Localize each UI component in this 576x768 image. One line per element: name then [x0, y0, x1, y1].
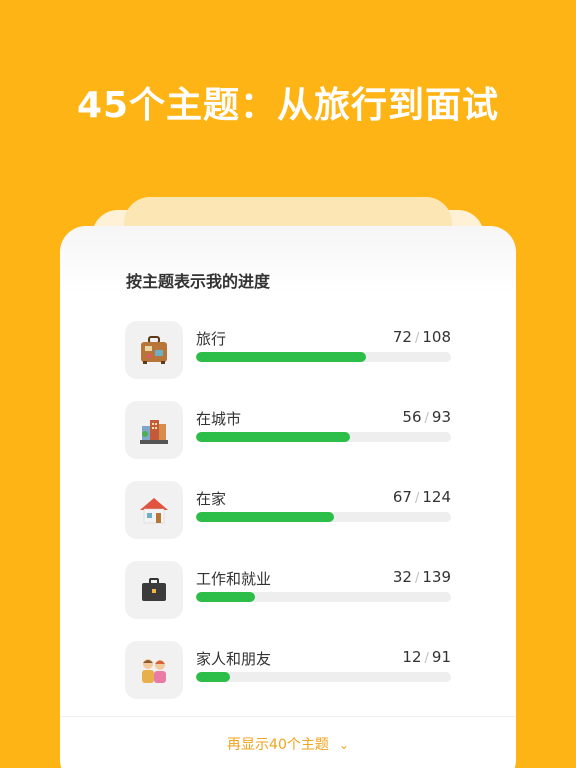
- topic-label: 在家: [196, 490, 227, 508]
- topic-label: 旅行: [196, 330, 227, 348]
- progress-track: [196, 352, 451, 362]
- progress-fill: [196, 432, 350, 442]
- progress-track: [196, 432, 451, 442]
- progress-card: 按主题表示我的进度 旅行 72/108 在城市 56 / 93 在家 67 / …: [60, 226, 516, 768]
- topic-icon-tile: [125, 561, 183, 619]
- card-title: 按主题表示我的进度: [126, 272, 271, 291]
- topic-label: 工作和就业: [196, 570, 272, 588]
- show-more-label: 再显示40个主题: [227, 737, 329, 753]
- divider: [60, 716, 516, 717]
- progress-fill: [196, 512, 334, 522]
- city-icon: [140, 420, 168, 444]
- topic-icon-tile: [125, 641, 183, 699]
- progress-fill: [196, 672, 230, 682]
- briefcase-icon: [142, 578, 166, 601]
- show-more-button[interactable]: 再显示40个主题 ⌄: [60, 734, 516, 754]
- chevron-down-icon: ⌄: [338, 738, 349, 752]
- topic-row-travel[interactable]: 旅行 72/108: [125, 321, 451, 379]
- topic-count: 56/93: [402, 408, 451, 426]
- topic-icon-tile: [125, 481, 183, 539]
- progress-fill: [196, 592, 255, 602]
- family-icon: [142, 659, 166, 683]
- progress-track: [196, 592, 451, 602]
- progress-fill: [196, 352, 367, 362]
- progress-track: [196, 512, 451, 522]
- topic-count: 67/124: [392, 488, 451, 506]
- progress-track: [196, 672, 451, 682]
- suitcase-icon: [141, 336, 167, 364]
- topic-label: 家人和朋友: [196, 650, 272, 668]
- topic-row-family[interactable]: 家人和朋友 12/91: [125, 641, 451, 699]
- house-icon: [140, 498, 168, 524]
- topic-count: 32/139: [392, 568, 451, 586]
- topic-row-city[interactable]: 在城市 56/93: [125, 401, 451, 459]
- topic-icon-tile: [125, 321, 183, 379]
- topic-row-home[interactable]: 在家 67/124: [125, 481, 451, 539]
- topic-label: 在城市: [196, 410, 242, 428]
- headline: 45个主题：从旅行到面试: [76, 85, 500, 126]
- topic-icon-tile: [125, 401, 183, 459]
- topic-count: 12/91: [402, 648, 451, 666]
- topic-count: 72/108: [392, 328, 451, 346]
- topic-row-work[interactable]: 工作和就业 32/139: [125, 561, 451, 619]
